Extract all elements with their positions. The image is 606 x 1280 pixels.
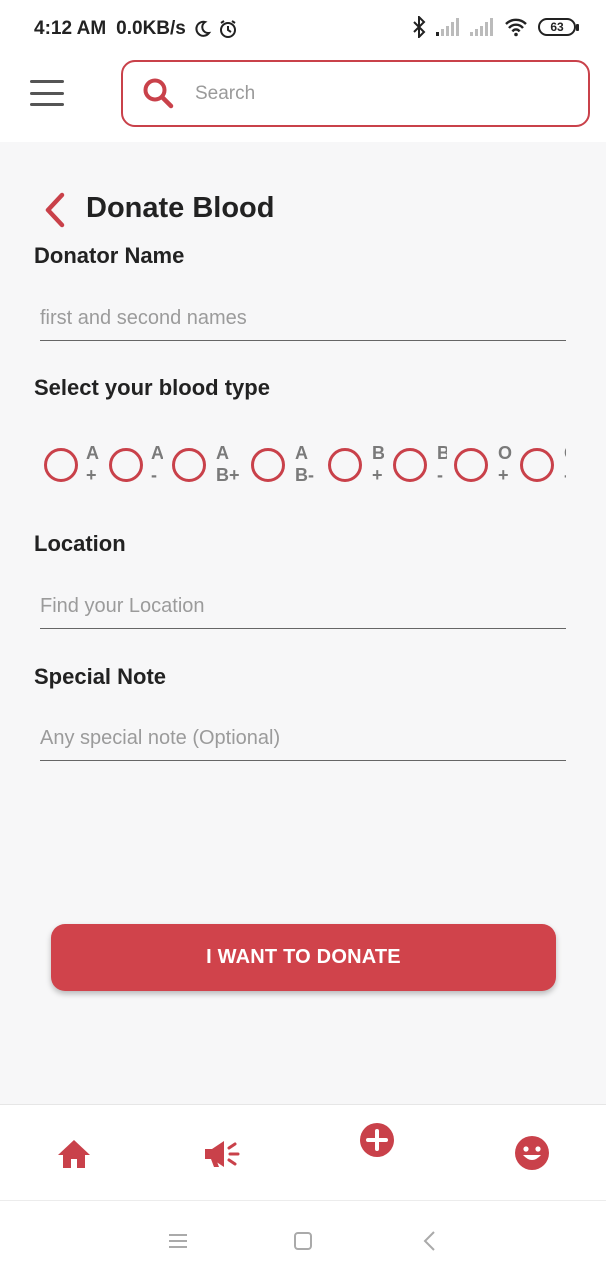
bluetooth-icon: [413, 16, 426, 38]
search-input[interactable]: [195, 76, 565, 112]
location-label: Location: [34, 531, 126, 556]
donator-name-label: Donator Name: [34, 243, 185, 268]
tab-add[interactable]: [337, 1105, 417, 1201]
recent-apps-icon[interactable]: [164, 1227, 192, 1255]
megaphone-icon: [205, 1141, 240, 1167]
radio-label: O -: [564, 442, 566, 486]
bottom-tab-bar: [0, 1104, 606, 1200]
radio-circle[interactable]: [454, 448, 488, 482]
radio-circle[interactable]: [172, 448, 206, 482]
blood-type-radio-group: A + A - A B+ A B- B + B - O + O -: [44, 440, 566, 496]
battery-indicator: 63: [538, 18, 579, 36]
tab-profile[interactable]: [492, 1105, 572, 1201]
donator-name-field[interactable]: [40, 301, 566, 341]
hamburger-line: [30, 103, 64, 106]
radio-label: O +: [498, 443, 512, 485]
plus-circle-icon: [360, 1123, 394, 1157]
radio-label: A -: [151, 443, 163, 485]
radio-circle[interactable]: [393, 448, 427, 482]
search-icon: [143, 78, 174, 109]
alarm-icon: [219, 20, 236, 38]
radio-label: A B-: [295, 443, 314, 485]
status-bar: 4:12 AM 0.0KB/s 63: [0, 0, 606, 58]
location-field[interactable]: [40, 589, 566, 629]
radio-label: B +: [372, 443, 384, 485]
status-left: 4:12 AM 0.0KB/s: [34, 18, 238, 40]
hamburger-icon: [30, 80, 64, 83]
radio-circle[interactable]: [109, 448, 143, 482]
tab-campaigns[interactable]: [183, 1105, 263, 1201]
menu-button[interactable]: [30, 80, 64, 106]
page-title: Donate Blood: [86, 192, 275, 224]
status-time: 4:12 AM: [34, 18, 107, 39]
radio-circle[interactable]: [520, 448, 554, 482]
tab-home[interactable]: [35, 1105, 115, 1201]
radio-circle[interactable]: [251, 448, 285, 482]
radio-circle[interactable]: [328, 448, 362, 482]
special-note-label: Special Note: [34, 664, 167, 689]
wifi-icon: [505, 18, 527, 37]
blood-type-label: Select your blood type: [34, 375, 270, 400]
app-header: [0, 58, 606, 142]
special-note-field[interactable]: [40, 721, 566, 761]
signal-icon-2: [470, 18, 493, 36]
donate-button[interactable]: I WANT TO DONATE: [51, 924, 556, 991]
status-right: 63: [412, 16, 579, 38]
back-chevron-icon[interactable]: [40, 190, 70, 230]
hamburger-line: [30, 91, 64, 95]
smiley-icon: [515, 1136, 549, 1170]
radio-label: A B+: [216, 443, 240, 485]
search-box[interactable]: [121, 60, 590, 127]
home-icon: [58, 1140, 90, 1168]
system-nav-bar: [0, 1200, 606, 1280]
home-square-icon[interactable]: [289, 1227, 317, 1255]
radio-circle[interactable]: [44, 448, 78, 482]
moon-icon: [195, 20, 212, 37]
signal-icon: [436, 18, 459, 36]
radio-label: B -: [437, 443, 447, 485]
back-icon[interactable]: [416, 1227, 444, 1255]
network-speed: 0.0KB/s: [116, 18, 186, 39]
